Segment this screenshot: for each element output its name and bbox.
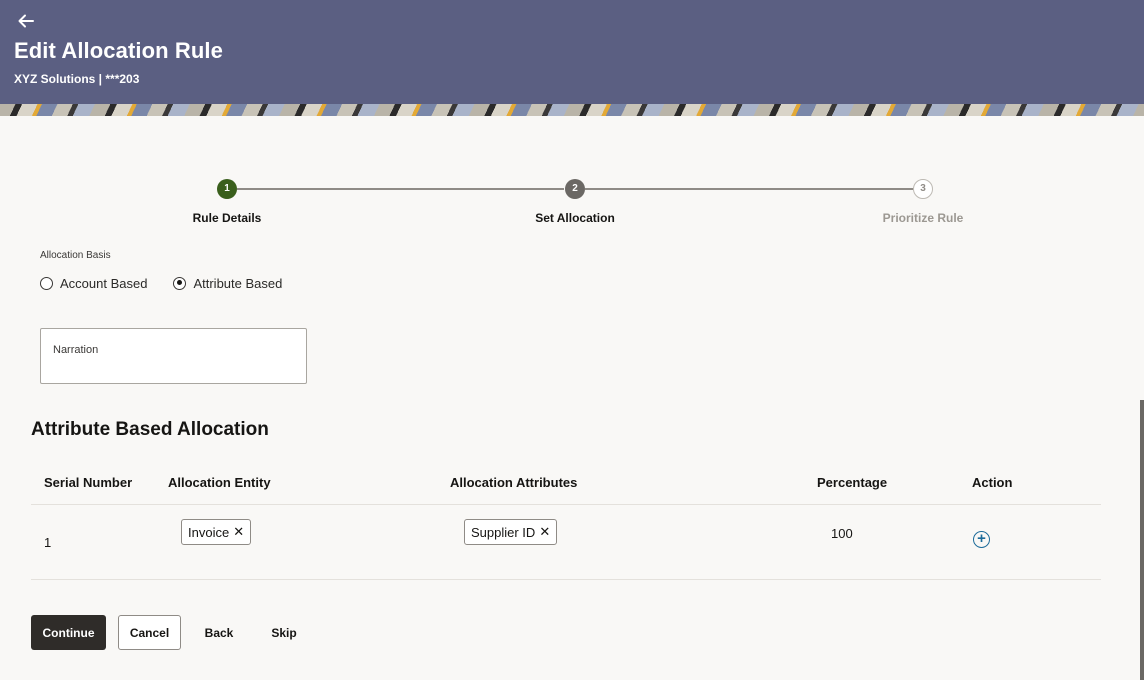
page-subtitle: XYZ Solutions | ***203 bbox=[14, 72, 140, 86]
narration-field[interactable]: Narration bbox=[40, 328, 307, 384]
entity-chip-label: Invoice bbox=[188, 524, 230, 540]
section-title: Attribute Based Allocation bbox=[31, 419, 269, 440]
serial-number-cell: 1 bbox=[44, 535, 52, 550]
continue-button[interactable]: Continue bbox=[31, 615, 106, 650]
column-header-allocation-attributes: Allocation Attributes bbox=[450, 475, 578, 490]
step-1-circle[interactable]: 1 bbox=[217, 179, 237, 199]
radio-label: Attribute Based bbox=[193, 275, 283, 291]
step-connector bbox=[585, 188, 913, 190]
narration-label: Narration bbox=[53, 344, 99, 356]
page-header: Edit Allocation Rule XYZ Solutions | ***… bbox=[0, 0, 1144, 116]
back-arrow-icon[interactable] bbox=[18, 12, 40, 32]
radio-account-based[interactable]: Account Based bbox=[40, 276, 147, 291]
table-header-divider bbox=[31, 504, 1101, 505]
back-button[interactable]: Back bbox=[197, 615, 241, 650]
step-connector bbox=[237, 188, 564, 190]
column-header-serial-number: Serial Number bbox=[44, 475, 133, 490]
cancel-button[interactable]: Cancel bbox=[118, 615, 181, 650]
attribute-chip-label: Supplier ID bbox=[471, 524, 536, 540]
page-title: Edit Allocation Rule bbox=[14, 38, 223, 63]
table-row-divider bbox=[31, 579, 1101, 580]
arrow-left-icon bbox=[18, 14, 34, 28]
step-2-label: Set Allocation bbox=[535, 211, 615, 225]
column-header-action: Action bbox=[972, 475, 1013, 490]
radio-checked-icon[interactable] bbox=[173, 276, 187, 290]
header-decorative-pattern bbox=[0, 104, 1144, 116]
step-1-label: Rule Details bbox=[192, 211, 262, 225]
radio-unchecked-icon[interactable] bbox=[40, 276, 53, 290]
vertical-scrollbar[interactable] bbox=[1140, 400, 1144, 680]
close-icon[interactable]: ✕ bbox=[233, 524, 244, 540]
radio-label: Account Based bbox=[60, 275, 148, 291]
attribute-chip[interactable]: Supplier ID ✕ bbox=[464, 519, 558, 545]
step-3-circle: 3 bbox=[913, 179, 933, 199]
radio-attribute-based[interactable]: Attribute Based bbox=[173, 276, 282, 291]
step-3-label: Prioritize Rule bbox=[882, 211, 964, 225]
step-2-circle[interactable]: 2 bbox=[565, 179, 585, 199]
add-circle-icon[interactable]: + bbox=[973, 531, 990, 548]
entity-chip[interactable]: Invoice ✕ bbox=[181, 519, 252, 545]
column-header-allocation-entity: Allocation Entity bbox=[168, 475, 271, 490]
close-icon[interactable]: ✕ bbox=[539, 524, 550, 540]
allocation-basis-label: Allocation Basis bbox=[40, 250, 111, 261]
progress-stepper: 1 2 3 Rule Details Set Allocation Priori… bbox=[0, 178, 1144, 228]
allocation-basis-radio-group: Account Based Attribute Based bbox=[40, 274, 308, 292]
skip-button[interactable]: Skip bbox=[262, 615, 306, 650]
column-header-percentage: Percentage bbox=[817, 475, 888, 490]
percentage-cell: 100 bbox=[831, 526, 853, 541]
